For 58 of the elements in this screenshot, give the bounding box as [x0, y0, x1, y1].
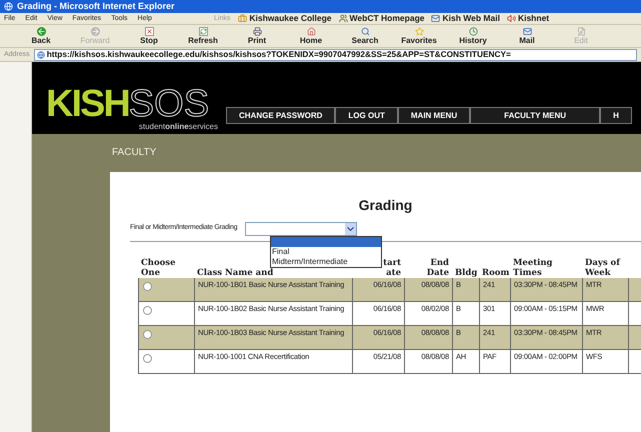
toolbar-button[interactable]: Back: [14, 27, 68, 45]
logo-tagline: studentonlineservices: [138, 123, 219, 131]
radio-button[interactable]: [143, 330, 152, 339]
nav-button[interactable]: H: [600, 107, 632, 124]
dropdown-icon: [345, 222, 356, 234]
toolbar-button[interactable]: Mail: [500, 27, 554, 45]
logo-brand: KISH: [46, 85, 129, 123]
mail-icon: [522, 27, 532, 36]
radio-button[interactable]: [143, 354, 152, 363]
browser-icon: [4, 2, 13, 11]
window-title: Grading - Microsoft Internet Explorer: [17, 2, 175, 11]
refresh-icon: [198, 27, 208, 36]
toolbar-button[interactable]: History: [446, 27, 500, 45]
column-header: End Date: [426, 258, 449, 278]
nav-button[interactable]: MAIN MENU: [398, 107, 470, 124]
nav-button[interactable]: FACULTY MENU: [470, 107, 600, 124]
column-header: Bldg: [455, 268, 476, 278]
nav-button[interactable]: CHANGE PASSWORD: [226, 107, 336, 124]
radio-button[interactable]: [143, 306, 152, 315]
speaker-icon: [506, 14, 516, 23]
dropdown-option[interactable]: Midterm/Intermediate: [271, 257, 381, 267]
toolbar-button[interactable]: Home: [284, 27, 338, 45]
edit-icon: [576, 27, 586, 36]
column-header: Class Name and: [197, 268, 274, 278]
link-button[interactable]: Kish Web Mail: [431, 14, 500, 23]
star-icon: [414, 27, 424, 36]
radio-button[interactable]: [143, 282, 152, 291]
section-title: FACULTY: [112, 148, 156, 158]
logo-suffix: SOS: [128, 85, 210, 123]
nav-button[interactable]: LOG OUT: [335, 107, 398, 124]
address-field[interactable]: https://kishsos.kishwaukeecollege.edu/kishsos/kishsos?TOKENIDX=9907047992&SS=25&APP=ST&CONSTITUENCY=: [34, 48, 637, 60]
dropdown-option[interactable]: Final: [271, 247, 381, 257]
back-icon: [36, 27, 46, 36]
column-header: Choose One: [141, 258, 176, 278]
link-button[interactable]: Kishwaukee College: [238, 14, 332, 23]
column-header: Meeting Times: [513, 258, 554, 278]
toolbar-button[interactable]: Print: [230, 27, 284, 45]
stop-icon: [144, 27, 154, 36]
forward-icon: [90, 27, 100, 36]
link-button[interactable]: WebCT Homepage: [338, 14, 424, 23]
toolbar-button[interactable]: Favorites: [392, 27, 446, 45]
toolbar-button[interactable]: Refresh: [176, 27, 230, 45]
column-header: Room: [482, 268, 507, 278]
printer-icon: [252, 27, 262, 36]
envelope-icon: [431, 14, 440, 23]
search-icon: [360, 27, 370, 36]
column-header: tart ate: [383, 258, 401, 278]
column-header: Days of Week: [585, 258, 622, 278]
page-heading: Grading: [358, 198, 412, 212]
page-icon: [36, 50, 45, 58]
people-icon: [338, 14, 348, 23]
briefcase-icon: [238, 14, 248, 23]
home-icon: [306, 27, 316, 36]
toolbar-button[interactable]: Search: [338, 27, 392, 45]
grading-select[interactable]: [245, 222, 358, 236]
toolbar-button[interactable]: Stop: [122, 27, 176, 45]
link-button[interactable]: Kishnet: [506, 14, 550, 23]
clock-icon: [468, 27, 478, 36]
